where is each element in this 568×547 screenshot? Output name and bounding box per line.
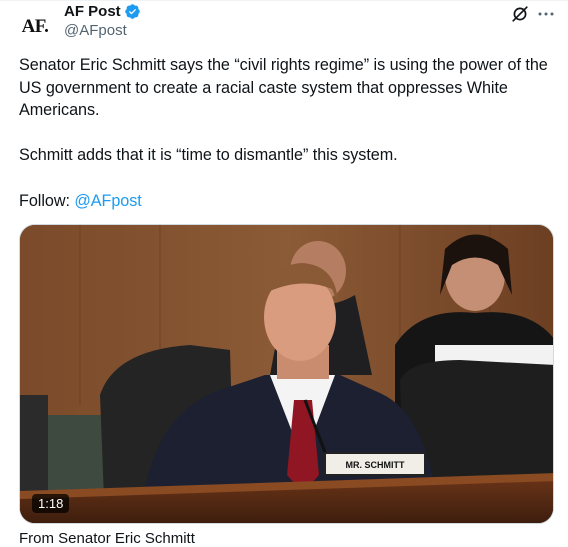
grok-icon[interactable] (510, 4, 530, 24)
verified-badge-icon (124, 4, 140, 19)
avatar[interactable]: AF. (14, 6, 56, 48)
author-name[interactable]: AF Post (64, 3, 121, 20)
tweet-text: Senator Eric Schmitt says the “civil rig… (19, 54, 557, 212)
video-player[interactable]: MR. SCHMITT 1:18 (19, 224, 554, 524)
more-icon[interactable] (536, 4, 556, 24)
tweet-paragraph-1: Senator Eric Schmitt says the “civil rig… (19, 56, 548, 120)
follow-mention-link[interactable]: @AFpost (74, 192, 141, 210)
follow-label: Follow: (19, 191, 75, 210)
follow-line: Follow: @AFpost (19, 190, 557, 213)
video-duration: 1:18 (32, 494, 70, 513)
video-frame: MR. SCHMITT (20, 225, 553, 523)
below-partial-text: From Senator Eric Schmitt (19, 530, 195, 547)
nameplate-text: MR. SCHMITT (346, 460, 405, 470)
tweet-paragraph-2: Schmitt adds that it is “time to dismant… (19, 146, 398, 165)
author-name-row[interactable]: AF Post (64, 3, 141, 20)
top-divider (0, 0, 568, 1)
author-handle[interactable]: @AFpost (64, 22, 127, 39)
